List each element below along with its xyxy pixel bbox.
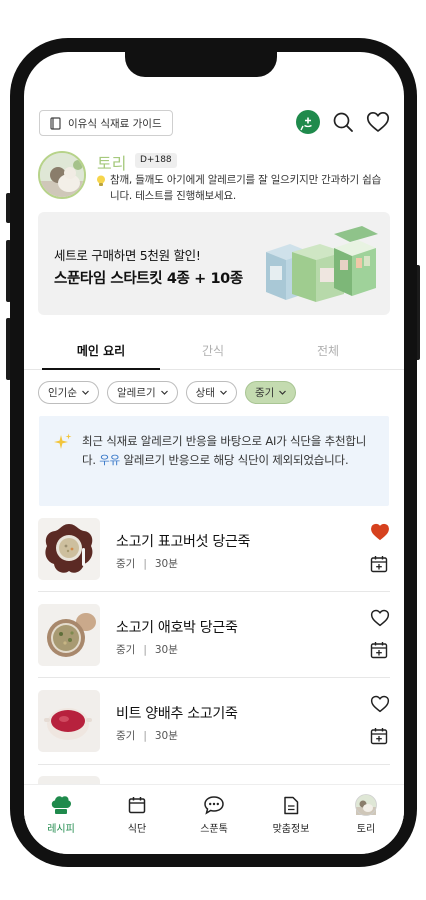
add-to-calendar-icon[interactable] (370, 641, 390, 661)
recipe-title: 비트 양배추 소고기죽 (116, 706, 238, 722)
phone-notch (125, 49, 277, 77)
recipe-title: 소고기 표고버섯 당근죽 (116, 534, 251, 550)
book-icon (50, 116, 61, 130)
chevron-down-icon (82, 390, 89, 395)
recipe-meta: 중기 | 30분 (116, 558, 178, 570)
d-day-badge: D+188 (135, 153, 177, 168)
tab-snack[interactable]: 간식 (153, 342, 273, 359)
recipe-tabs: 메인 요리 간식 전체 (24, 332, 404, 370)
filter-allergy[interactable]: 알레르기 (106, 381, 178, 404)
app-screen: 이유식 식재료 가이드 토리 D+188 참깨, 들깨도 아기에게 알레르기를 … (24, 52, 404, 854)
recipe-thumbnail (38, 690, 100, 752)
chef-hat-icon (51, 796, 72, 814)
tab-all[interactable]: 전체 (268, 342, 388, 359)
ai-notice-part2: 알레르기 반응으로 해당 식단이 제외되었습니다. (120, 453, 349, 467)
sparkle-icon (54, 433, 72, 449)
add-to-calendar-icon[interactable] (370, 727, 390, 747)
chevron-down-icon (220, 390, 227, 395)
chevron-down-icon (160, 390, 168, 395)
add-to-calendar-icon[interactable] (370, 555, 390, 575)
child-name: 토리 (97, 154, 127, 173)
banner-subtitle: 세트로 구매하면 5천원 할인! (54, 248, 201, 263)
bottom-navigation: 레시피 식단 스푼톡 맞춤정보 토리 (24, 785, 404, 854)
nav-label: 맞춤정보 (272, 824, 310, 835)
nav-label: 레시피 (47, 824, 75, 835)
recipe-thumbnail (38, 518, 100, 580)
recipe-stage: 중기 (116, 730, 136, 742)
banner-title: 스푼타임 스타트킷 4종 + 10종 (54, 271, 243, 287)
add-chat-icon[interactable] (296, 110, 320, 134)
recipe-stage: 중기 (116, 644, 136, 656)
ingredient-guide-button[interactable]: 이유식 식재료 가이드 (39, 110, 173, 136)
allergy-tip-text: 참깨, 들깨도 아기에게 알레르기를 잘 일으키지만 간과하기 쉽습니다. 테스… (110, 174, 382, 202)
profile-avatar-icon (355, 794, 377, 816)
starter-kit-image (266, 226, 378, 302)
nav-label: 토리 (356, 824, 376, 835)
lightbulb-icon (94, 173, 108, 187)
favorites-heart-icon[interactable] (366, 110, 390, 134)
list-divider (38, 677, 390, 678)
recipe-meta: 중기 | 30분 (116, 644, 178, 656)
filter-popularity[interactable]: 인기순 (38, 381, 99, 404)
document-icon (284, 796, 299, 814)
ai-recommendation-notice: 최근 식재료 알레르기 반응을 바탕으로 AI가 식단을 추천합니다. 우유 알… (39, 416, 389, 506)
recipe-meta: 중기 | 30분 (116, 730, 178, 742)
recipe-title: 소고기 애호박 당근죽 (116, 620, 238, 636)
chat-bubble-icon (204, 796, 224, 815)
nav-recipe[interactable]: 레시피 (31, 793, 91, 835)
favorite-heart-icon[interactable] (370, 695, 390, 715)
child-avatar[interactable] (38, 151, 86, 199)
filter-stage[interactable]: 중기 (244, 381, 297, 404)
favorite-heart-filled-icon[interactable] (370, 523, 390, 543)
list-divider (38, 591, 390, 592)
ai-notice-highlight: 우유 (99, 453, 121, 467)
ai-notice-text: 최근 식재료 알레르기 반응을 바탕으로 AI가 식단을 추천합니다. 우유 알… (82, 432, 372, 470)
nav-custom-info[interactable]: 맞춤정보 (261, 793, 321, 835)
nav-label: 스푼톡 (200, 824, 228, 835)
nav-profile[interactable]: 토리 (336, 793, 396, 835)
filter-chips: 인기순 알레르기 상태 중기 (38, 381, 297, 404)
chip-label: 인기순 (48, 387, 77, 399)
guide-button-label: 이유식 식재료 가이드 (68, 117, 162, 130)
recipe-stage: 중기 (116, 558, 136, 570)
list-divider (38, 764, 390, 765)
chip-label: 상태 (195, 387, 215, 399)
header-actions (296, 110, 390, 134)
calendar-icon (128, 797, 146, 814)
active-tab-indicator (42, 368, 160, 370)
filter-texture[interactable]: 상태 (185, 381, 237, 404)
chip-label: 중기 (254, 387, 275, 399)
favorite-heart-icon[interactable] (370, 609, 390, 629)
tab-main-dish[interactable]: 메인 요리 (41, 342, 161, 359)
nav-community[interactable]: 스푼톡 (184, 793, 244, 835)
recipe-thumbnail (38, 604, 100, 666)
chip-label: 알레르기 (116, 387, 156, 399)
chevron-down-icon (279, 390, 287, 395)
recipe-time: 30분 (154, 558, 178, 570)
nav-label: 식단 (127, 824, 147, 835)
promo-banner[interactable]: 세트로 구매하면 5천원 할인! 스푼타임 스타트킷 4종 + 10종 (38, 212, 390, 315)
search-icon[interactable] (331, 110, 355, 134)
recipe-time: 30분 (154, 730, 178, 742)
device-stage: 이유식 식재료 가이드 토리 D+188 참깨, 들깨도 아기에게 알레르기를 … (0, 0, 426, 900)
recipe-time: 30분 (154, 644, 178, 656)
nav-meal-plan[interactable]: 식단 (107, 793, 167, 835)
